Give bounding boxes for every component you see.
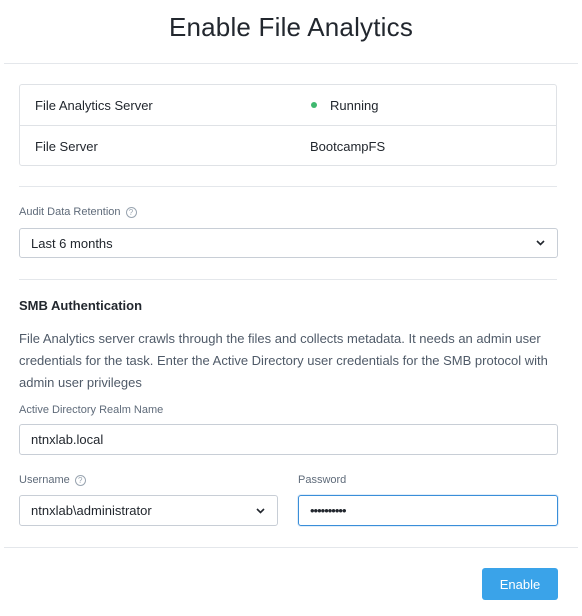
realm-label: Active Directory Realm Name xyxy=(19,404,164,416)
info-row-file-server: File Server BootcampFS xyxy=(20,126,556,167)
section-divider xyxy=(19,186,557,187)
question-circle-icon[interactable]: ? xyxy=(125,207,137,218)
enable-file-analytics-dialog: Enable File Analytics File Analytics Ser… xyxy=(0,0,582,616)
password-label: Password xyxy=(298,474,347,486)
password-input[interactable]: •••••••••• xyxy=(298,495,558,526)
status-dot-icon xyxy=(311,102,317,108)
header-divider xyxy=(4,63,578,64)
smb-section-title: SMB Authentication xyxy=(19,298,143,313)
retention-label-group: Audit Data Retention? xyxy=(19,206,137,218)
dialog-title: Enable File Analytics xyxy=(168,12,414,42)
retention-select[interactable]: Last 6 months xyxy=(19,228,558,258)
status-value: Running xyxy=(330,98,379,113)
retention-label: Audit Data Retention xyxy=(19,206,121,218)
realm-input-value: ntnxlab.local xyxy=(31,432,104,447)
username-select[interactable]: ntnxlab\administrator xyxy=(19,495,278,526)
question-circle-icon[interactable]: ? xyxy=(74,475,86,486)
username-label-group: Username? xyxy=(19,474,86,486)
info-key: File Server xyxy=(35,139,98,154)
info-row-analytics-server: File Analytics Server Running xyxy=(20,85,556,126)
realm-input[interactable]: ntnxlab.local xyxy=(19,424,558,455)
chevron-down-icon xyxy=(254,505,266,517)
section-divider xyxy=(19,279,557,280)
smb-description: File Analytics server crawls through the… xyxy=(19,331,548,390)
info-value: BootcampFS xyxy=(310,139,386,154)
username-value: ntnxlab\administrator xyxy=(31,503,152,518)
info-table: File Analytics Server Running File Serve… xyxy=(19,84,557,166)
footer-divider xyxy=(4,547,578,548)
chevron-down-icon xyxy=(534,237,546,249)
password-value: •••••••••• xyxy=(310,503,347,518)
enable-button[interactable]: Enable xyxy=(482,568,558,600)
info-key: File Analytics Server xyxy=(35,98,153,113)
username-label: Username xyxy=(19,474,70,486)
retention-selected-value: Last 6 months xyxy=(31,235,113,251)
